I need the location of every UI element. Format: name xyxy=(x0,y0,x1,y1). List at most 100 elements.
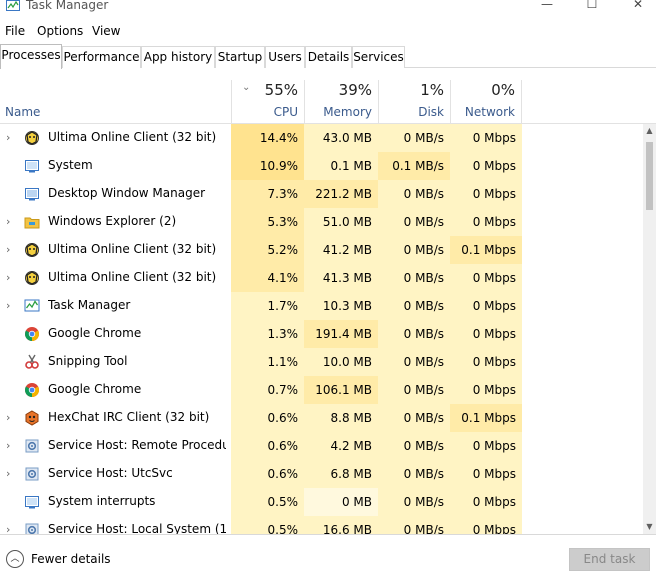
process-network: 0.1 Mbps xyxy=(450,236,522,264)
process-cpu: 4.1% xyxy=(231,264,304,292)
process-memory: 51.0 MB xyxy=(304,208,378,236)
process-name: Service Host: Local System (14) xyxy=(48,522,226,534)
process-disk: 0 MB/s xyxy=(378,236,450,264)
process-row[interactable]: System interrupts 0.5% 0 MB 0 MB/s 0 Mbps xyxy=(0,488,643,516)
cpu-label: CPU xyxy=(273,105,298,119)
column-memory-header[interactable]: 39% Memory xyxy=(304,80,378,124)
column-disk-header[interactable]: 1% Disk xyxy=(378,80,450,124)
fewer-details-link[interactable]: Fewer details xyxy=(31,552,111,566)
tab-performance[interactable]: Performance xyxy=(62,46,141,68)
process-network: 0 Mbps xyxy=(450,460,522,488)
process-memory: 10.0 MB xyxy=(304,348,378,376)
process-name: Google Chrome xyxy=(48,326,142,340)
process-network: 0 Mbps xyxy=(450,124,522,152)
process-row[interactable]: › Ultima Online Client (32 bit) 5.2% 41.2 M… xyxy=(0,236,643,264)
expand-chevron-icon[interactable]: › xyxy=(6,243,10,256)
column-name-header[interactable]: Name xyxy=(5,105,40,119)
process-row[interactable]: › Ultima Online Client (32 bit) 4.1% 41.3 M… xyxy=(0,264,643,292)
process-memory: 8.8 MB xyxy=(304,404,378,432)
process-row[interactable]: Google Chrome 0.7% 106.1 MB 0 MB/s 0 Mbps xyxy=(0,376,643,404)
process-cpu: 1.1% xyxy=(231,348,304,376)
tab-services[interactable]: Services xyxy=(352,46,405,68)
expand-chevron-icon[interactable]: › xyxy=(6,299,10,312)
process-row[interactable]: › Windows Explorer (2) 5.3% 51.0 MB 0 MB/s 0 … xyxy=(0,208,643,236)
process-name: System xyxy=(48,158,93,172)
process-network: 0 Mbps xyxy=(450,264,522,292)
tab-processes[interactable]: Processes xyxy=(0,44,62,69)
process-network: 0 Mbps xyxy=(450,292,522,320)
menu-view[interactable]: View xyxy=(92,24,120,38)
memory-label: Memory xyxy=(323,105,372,119)
scroll-up-arrow-icon[interactable]: ▲ xyxy=(643,124,656,138)
tab-startup[interactable]: Startup xyxy=(215,46,265,68)
tab-details[interactable]: Details xyxy=(305,46,352,68)
maximize-button[interactable]: ☐ xyxy=(577,0,607,13)
snipping-tool-icon xyxy=(24,354,40,370)
menu-file[interactable]: File xyxy=(5,24,25,38)
process-disk: 0.1 MB/s xyxy=(378,152,450,180)
ultima-icon xyxy=(24,242,40,258)
process-row[interactable]: Snipping Tool 1.1% 10.0 MB 0 MB/s 0 Mbps xyxy=(0,348,643,376)
process-cpu: 5.3% xyxy=(231,208,304,236)
process-memory: 0.1 MB xyxy=(304,152,378,180)
process-row[interactable]: › Ultima Online Client (32 bit) 14.4% 43.0 … xyxy=(0,124,643,152)
scroll-down-arrow-icon[interactable]: ▼ xyxy=(643,520,656,534)
menu-options[interactable]: Options xyxy=(37,24,83,38)
process-row[interactable]: › Service Host: Local System (14) 0.5% 16.6… xyxy=(0,516,643,534)
tab-users[interactable]: Users xyxy=(265,46,305,68)
end-task-button[interactable]: End task xyxy=(569,548,650,571)
process-row[interactable]: › Service Host: Remote Procedur... 0.6% 4.2… xyxy=(0,432,643,460)
process-disk: 0 MB/s xyxy=(378,488,450,516)
minimize-button[interactable]: — xyxy=(532,0,562,13)
system-icon xyxy=(24,494,40,510)
process-cpu: 0.7% xyxy=(231,376,304,404)
process-memory: 191.4 MB xyxy=(304,320,378,348)
process-row[interactable]: System 10.9% 0.1 MB 0.1 MB/s 0 Mbps xyxy=(0,152,643,180)
expand-chevron-icon[interactable]: › xyxy=(6,523,10,534)
process-network: 0 Mbps xyxy=(450,376,522,404)
process-name: Service Host: Remote Procedur... xyxy=(48,438,226,452)
tab-app-history[interactable]: App history xyxy=(141,46,215,68)
chevron-up-circle-icon[interactable]: ︿ xyxy=(6,550,24,568)
process-network: 0 Mbps xyxy=(450,208,522,236)
expand-chevron-icon[interactable]: › xyxy=(6,439,10,452)
process-name: Windows Explorer (2) xyxy=(48,214,177,228)
service-host-icon xyxy=(24,522,40,534)
process-network: 0 Mbps xyxy=(450,180,522,208)
process-cpu: 1.3% xyxy=(231,320,304,348)
expand-chevron-icon[interactable]: › xyxy=(6,215,10,228)
process-row[interactable]: Google Chrome 1.3% 191.4 MB 0 MB/s 0 Mbps xyxy=(0,320,643,348)
process-network: 0 Mbps xyxy=(450,348,522,376)
column-cpu-header[interactable]: ⌄ 55% CPU xyxy=(231,80,304,124)
process-disk: 0 MB/s xyxy=(378,432,450,460)
process-memory: 221.2 MB xyxy=(304,180,378,208)
expand-chevron-icon[interactable]: › xyxy=(6,131,10,144)
scroll-thumb[interactable] xyxy=(646,142,653,210)
vertical-scrollbar[interactable]: ▲ ▼ xyxy=(643,124,656,534)
close-button[interactable]: ✕ xyxy=(623,0,653,13)
process-cpu: 7.3% xyxy=(231,180,304,208)
expand-chevron-icon[interactable]: › xyxy=(6,271,10,284)
tab-bar: Processes Performance App history Startu… xyxy=(0,44,656,69)
process-cpu: 0.6% xyxy=(231,460,304,488)
process-disk: 0 MB/s xyxy=(378,292,450,320)
process-row[interactable]: › Task Manager 1.7% 10.3 MB 0 MB/s 0 Mbps xyxy=(0,292,643,320)
process-disk: 0 MB/s xyxy=(378,460,450,488)
process-cpu: 10.9% xyxy=(231,152,304,180)
process-row[interactable]: › HexChat IRC Client (32 bit) 0.6% 8.8 MB 0 … xyxy=(0,404,643,432)
process-row[interactable]: › Service Host: UtcSvc 0.6% 6.8 MB 0 MB/s 0 M… xyxy=(0,460,643,488)
process-network: 0.1 Mbps xyxy=(450,404,522,432)
process-list: › Ultima Online Client (32 bit) 14.4% 43.0 … xyxy=(0,124,643,534)
process-row[interactable]: Desktop Window Manager 7.3% 221.2 MB 0 MB/s… xyxy=(0,180,643,208)
process-cpu: 0.5% xyxy=(231,516,304,534)
process-cpu: 1.7% xyxy=(231,292,304,320)
process-disk: 0 MB/s xyxy=(378,376,450,404)
column-network-header[interactable]: 0% Network xyxy=(450,80,522,124)
process-disk: 0 MB/s xyxy=(378,208,450,236)
cpu-total: 55% xyxy=(264,81,298,99)
process-disk: 0 MB/s xyxy=(378,320,450,348)
task-manager-icon xyxy=(24,298,40,314)
expand-chevron-icon[interactable]: › xyxy=(6,467,10,480)
expand-chevron-icon[interactable]: › xyxy=(6,411,10,424)
disk-total: 1% xyxy=(420,81,444,99)
